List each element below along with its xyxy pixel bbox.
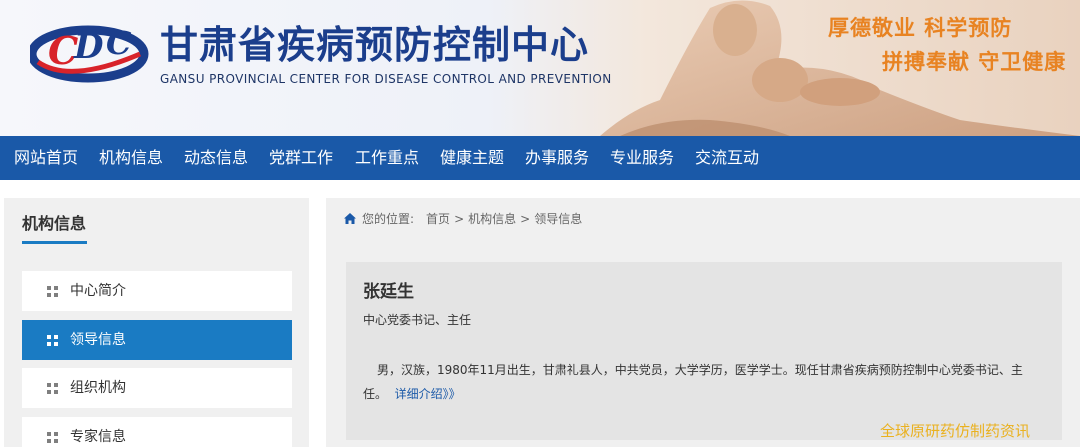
nav-item-priorities[interactable]: 工作重点 bbox=[355, 136, 419, 180]
sidebar-item-label: 中心简介 bbox=[70, 283, 126, 299]
main-content: 您的位置: 首页 > 机构信息 > 领导信息 张廷生 中心党委书记、主任 男，汉族，198… bbox=[326, 198, 1080, 447]
leader-bio-text: 男，汉族，1980年11月出生，甘肃礼县人，中共党员，大学学历，医学学士。现任甘… bbox=[363, 363, 1023, 401]
leader-card: 张廷生 中心党委书记、主任 男，汉族，1980年11月出生，甘肃礼县人，中共党员… bbox=[346, 262, 1062, 440]
breadcrumb-current: 领导信息 bbox=[534, 212, 583, 226]
sidebar: 机构信息 中心简介 领导信息 组织机构 专家信息 bbox=[4, 198, 309, 447]
site-header: C D C 甘肃省疾病预防控制中心 GANSU PROVINCIAL CENTE… bbox=[0, 0, 1080, 136]
grid-dots-icon bbox=[47, 432, 58, 443]
breadcrumb: 您的位置: 首页 > 机构信息 > 领导信息 bbox=[344, 210, 586, 227]
nav-item-party[interactable]: 党群工作 bbox=[269, 136, 333, 180]
slogan-line-2: 拼搏奉献 守卫健康 bbox=[882, 49, 1067, 74]
nav-item-news[interactable]: 动态信息 bbox=[184, 136, 248, 180]
details-link[interactable]: 详细介绍》》 bbox=[395, 387, 461, 401]
site-name-cn: 甘肃省疾病预防控制中心 bbox=[160, 22, 590, 67]
sidebar-item-experts[interactable]: 专家信息 bbox=[22, 417, 292, 447]
nav-item-home[interactable]: 网站首页 bbox=[14, 136, 78, 180]
leader-title: 中心党委书记、主任 bbox=[363, 313, 472, 327]
sidebar-item-intro[interactable]: 中心简介 bbox=[22, 271, 292, 311]
sidebar-item-leaders[interactable]: 领导信息 bbox=[22, 320, 292, 360]
sidebar-item-label: 专家信息 bbox=[70, 429, 126, 445]
nav-item-interaction[interactable]: 交流互动 bbox=[695, 136, 759, 180]
sidebar-item-label: 组织机构 bbox=[70, 380, 126, 396]
sidebar-item-organization[interactable]: 组织机构 bbox=[22, 368, 292, 408]
breadcrumb-separator: > bbox=[520, 212, 531, 226]
slogan-line-1: 厚德敬业 科学预防 bbox=[828, 15, 1013, 40]
cdc-logo[interactable]: C D C bbox=[30, 14, 152, 86]
main-nav: 网站首页 机构信息 动态信息 党群工作 工作重点 健康主题 办事服务 专业服务 … bbox=[0, 136, 1080, 180]
nav-item-health[interactable]: 健康主题 bbox=[440, 136, 504, 180]
breadcrumb-home-link[interactable]: 首页 bbox=[426, 212, 450, 226]
nav-item-institution[interactable]: 机构信息 bbox=[99, 136, 163, 180]
grid-dots-icon bbox=[47, 286, 58, 297]
watermark-text: 全球原研药仿制药资讯 bbox=[880, 422, 1031, 440]
sidebar-title-underline bbox=[22, 241, 87, 244]
breadcrumb-prefix: 您的位置: bbox=[362, 212, 415, 226]
sidebar-item-label: 领导信息 bbox=[70, 332, 126, 348]
site-name-en: GANSU PROVINCIAL CENTER FOR DISEASE CONT… bbox=[160, 72, 612, 86]
leader-name: 张廷生 bbox=[363, 282, 414, 302]
nav-item-professional[interactable]: 专业服务 bbox=[610, 136, 674, 180]
nav-item-services[interactable]: 办事服务 bbox=[525, 136, 589, 180]
grid-dots-icon bbox=[47, 335, 58, 346]
svg-text:C: C bbox=[106, 24, 132, 62]
sidebar-title: 机构信息 bbox=[22, 214, 87, 233]
grid-dots-icon bbox=[47, 383, 58, 394]
breadcrumb-separator: > bbox=[454, 212, 465, 226]
svg-text:D: D bbox=[73, 27, 104, 67]
leader-bio: 男，汉族，1980年11月出生，甘肃礼县人，中共党员，大学学历，医学学士。现任甘… bbox=[363, 358, 1043, 406]
breadcrumb-institution-link[interactable]: 机构信息 bbox=[468, 212, 516, 226]
home-icon bbox=[344, 213, 356, 224]
